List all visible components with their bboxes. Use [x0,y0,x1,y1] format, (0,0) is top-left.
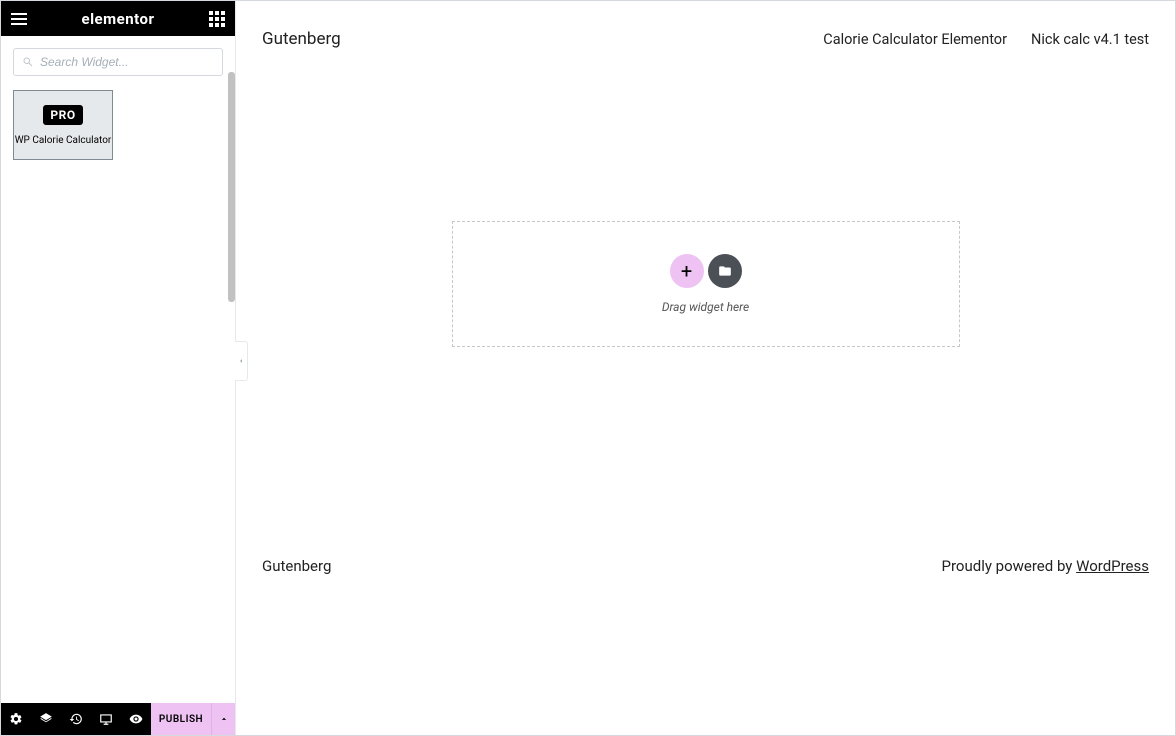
site-header: Gutenberg Calorie Calculator Elementor N… [236,1,1175,61]
elementor-sidebar: elementor PRO WP Calorie Calculator [1,1,236,735]
canvas-body: + Drag widget here [236,61,1175,543]
search-input[interactable] [40,55,214,69]
search-widget-field[interactable] [13,48,223,76]
dropzone-buttons: + [670,254,742,288]
navigator-button[interactable] [31,703,61,735]
publish-button[interactable]: PUBLISH [151,703,211,735]
add-section-dropzone[interactable]: + Drag widget here [452,221,960,347]
sidebar-scrollbar[interactable] [228,72,235,302]
collapse-sidebar-button[interactable] [235,341,248,381]
site-footer: Gutenberg Proudly powered by WordPress [236,543,1175,735]
sidebar-body: PRO WP Calorie Calculator [1,36,235,703]
nav-link-nick-calc[interactable]: Nick calc v4.1 test [1031,31,1149,48]
brand-logo: elementor [81,10,154,28]
publish-label: PUBLISH [159,714,203,725]
footer-wordpress-link[interactable]: WordPress [1076,557,1149,575]
history-icon [69,712,83,726]
add-template-button[interactable] [708,254,742,288]
widget-label: WP Calorie Calculator [15,135,112,146]
preview-button[interactable] [121,703,151,735]
primary-nav: Calorie Calculator Elementor Nick calc v… [823,31,1149,48]
menu-icon[interactable] [11,13,27,25]
widget-wp-calorie-calculator[interactable]: PRO WP Calorie Calculator [13,90,113,160]
responsive-icon [99,712,113,726]
gear-icon [9,712,23,726]
layers-icon [39,712,53,726]
settings-button[interactable] [1,703,31,735]
editor-canvas: Gutenberg Calorie Calculator Elementor N… [236,1,1175,735]
widgets-grid-icon[interactable] [209,11,225,27]
folder-icon [718,264,732,278]
plus-icon: + [681,259,692,283]
site-title[interactable]: Gutenberg [262,29,341,49]
nav-link-calorie-calculator[interactable]: Calorie Calculator Elementor [823,31,1007,48]
sidebar-header: elementor [1,1,235,36]
footer-credit: Proudly powered by WordPress [942,557,1149,575]
publish-options-button[interactable] [211,703,235,735]
responsive-button[interactable] [91,703,121,735]
footer-site-title[interactable]: Gutenberg [262,557,331,575]
add-section-button[interactable]: + [670,254,704,288]
chevron-up-icon [219,714,229,724]
eye-icon [129,712,143,726]
search-icon [22,56,34,68]
sidebar-footer: PUBLISH [1,703,235,735]
footer-powered-text: Proudly powered by [942,557,1077,575]
history-button[interactable] [61,703,91,735]
pro-badge: PRO [43,105,82,125]
chevron-left-icon [237,357,245,365]
dropzone-hint: Drag widget here [662,300,749,314]
app-root: elementor PRO WP Calorie Calculator [0,0,1176,736]
